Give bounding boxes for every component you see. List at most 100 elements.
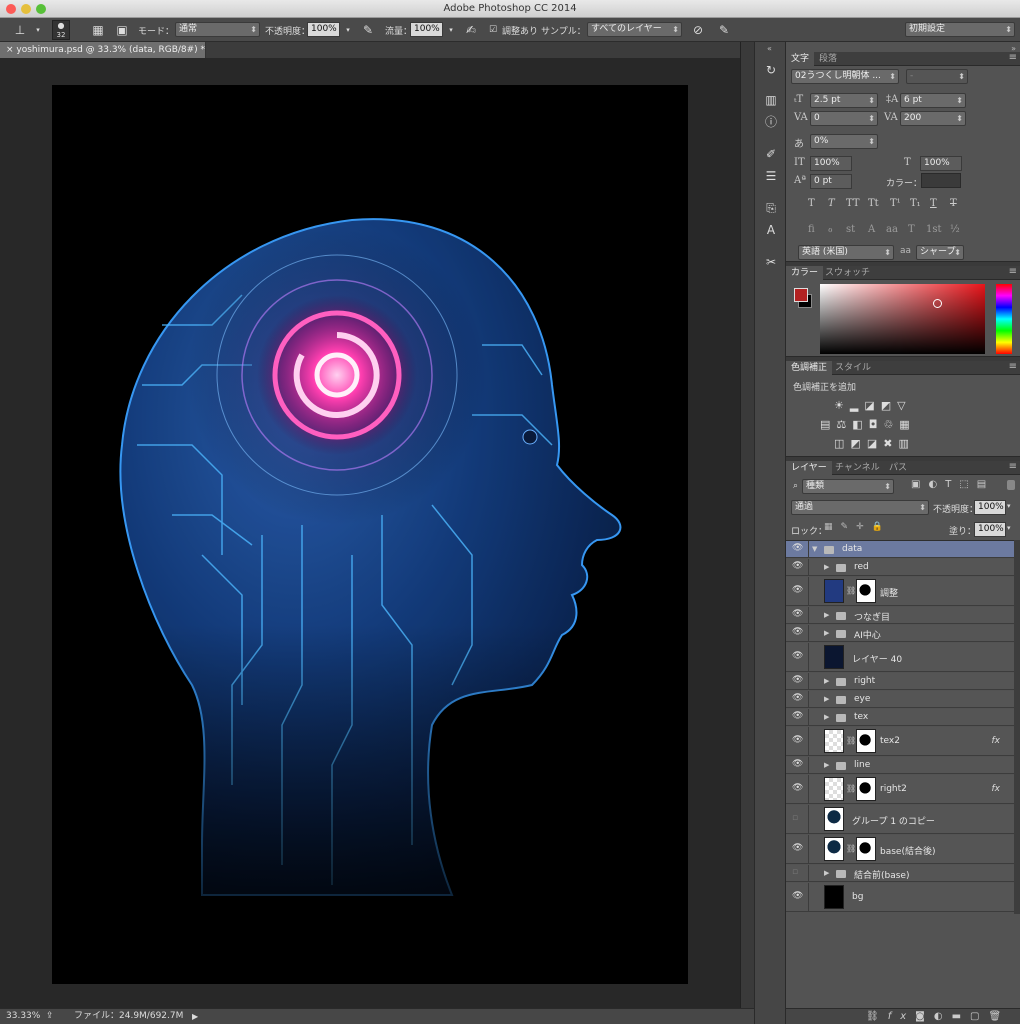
- flow-dropdown-icon[interactable]: ▾: [443, 22, 459, 38]
- lock-position-icon[interactable]: ✛: [856, 522, 872, 532]
- status-menu-icon[interactable]: ▶: [192, 1009, 198, 1024]
- photo-filter-icon[interactable]: ◘: [869, 418, 884, 431]
- brightness-icon[interactable]: ☀: [834, 399, 850, 412]
- underline-button[interactable]: T: [930, 198, 937, 209]
- properties-icon[interactable]: ☰: [763, 168, 779, 184]
- tab-character[interactable]: 文字: [786, 52, 815, 66]
- add-style-icon[interactable]: fx: [888, 1011, 915, 1022]
- opacity-input[interactable]: 100%: [307, 22, 340, 37]
- link-layers-icon[interactable]: ⛓: [866, 1011, 888, 1022]
- layer-row[interactable]: 👁 ⛓ base(結合後): [786, 835, 1014, 864]
- tab-paragraph[interactable]: 段落: [814, 52, 842, 66]
- fractions-button[interactable]: ½: [950, 224, 960, 235]
- vertical-scale-input[interactable]: 100%: [810, 156, 852, 171]
- layer-row[interactable]: 👁 ▼ data: [786, 541, 1014, 558]
- visibility-eye-icon[interactable]: 👁: [792, 543, 803, 553]
- aligned-checkbox-icon[interactable]: ☑: [485, 22, 501, 38]
- layer-row[interactable]: 👁 ⛓ 調整: [786, 577, 1014, 606]
- color-picker-cursor[interactable]: [933, 299, 942, 308]
- clone-stamp-tool-icon[interactable]: ⊥: [12, 22, 28, 38]
- layer-filter-select[interactable]: 種類: [802, 479, 894, 494]
- tracking-input[interactable]: 200: [900, 111, 966, 126]
- visibility-eye-icon[interactable]: 👁: [792, 585, 803, 595]
- layer-row[interactable]: 👁 ▶ right: [786, 673, 1014, 690]
- info-panel-icon[interactable]: ⓘ: [763, 114, 779, 130]
- visibility-eye-icon[interactable]: 👁: [792, 843, 803, 853]
- layer-row[interactable]: ▫ ▶ 結合前(base): [786, 865, 1014, 882]
- brush-panel-icon[interactable]: ▦: [90, 22, 106, 38]
- close-tab-icon[interactable]: ×: [6, 45, 16, 55]
- pressure-size-icon[interactable]: ✎: [716, 22, 732, 38]
- expand-arrow-right-icon[interactable]: ▶: [824, 695, 829, 703]
- expand-arrow-right-icon[interactable]: ▶: [824, 563, 829, 571]
- font-size-input[interactable]: 2.5 pt: [810, 93, 878, 108]
- color-lookup-icon[interactable]: ▦: [899, 418, 915, 431]
- text-color-swatch[interactable]: [921, 173, 961, 188]
- expand-arrow-down-icon[interactable]: ▼: [812, 545, 817, 553]
- layer-row[interactable]: 👁 ▶ line: [786, 757, 1014, 774]
- small-caps-button[interactable]: Tt: [868, 198, 879, 209]
- antialias-select[interactable]: シャープ: [916, 245, 964, 260]
- brush-settings-icon[interactable]: ▥: [763, 92, 779, 108]
- zoom-window-button[interactable]: [36, 4, 46, 14]
- visibility-eye-icon[interactable]: 👁: [792, 651, 803, 661]
- lock-all-icon[interactable]: 🔒: [872, 522, 891, 532]
- gradient-map-icon[interactable]: ▥: [898, 437, 914, 450]
- visibility-eye-icon[interactable]: 👁: [792, 627, 803, 637]
- panel-menu-icon[interactable]: ≡: [1009, 52, 1017, 64]
- selective-color-icon[interactable]: ✖: [883, 437, 898, 450]
- layer-mask-thumbnail[interactable]: [856, 837, 876, 861]
- subscript-button[interactable]: T₁: [910, 198, 921, 209]
- layer-row[interactable]: 👁 ▶ tex: [786, 709, 1014, 726]
- layer-row[interactable]: 👁 ▶ eye: [786, 691, 1014, 708]
- leading-input[interactable]: 6 pt: [900, 93, 966, 108]
- zoom-level[interactable]: 33.33%: [6, 1009, 40, 1024]
- font-style-select[interactable]: -: [906, 69, 968, 84]
- history-panel-icon[interactable]: ↻: [763, 62, 779, 78]
- layer-mask-thumbnail[interactable]: [856, 579, 876, 603]
- clone-source-icon[interactable]: ⎘: [763, 200, 779, 216]
- expand-arrow-right-icon[interactable]: ▶: [824, 761, 829, 769]
- visibility-eye-icon[interactable]: 👁: [792, 711, 803, 721]
- export-icon[interactable]: ⇪: [46, 1009, 54, 1024]
- layer-row[interactable]: 👁 bg: [786, 883, 1014, 912]
- workspace-select[interactable]: 初期設定: [905, 22, 1015, 37]
- tab-color[interactable]: カラー: [786, 266, 824, 280]
- tool-presets-icon[interactable]: ✂: [763, 254, 779, 270]
- blend-mode-select[interactable]: 通過: [791, 500, 929, 515]
- layer-row[interactable]: 👁 ▶ red: [786, 559, 1014, 576]
- close-window-button[interactable]: [6, 4, 16, 14]
- layer-row[interactable]: ▫ グループ 1 のコピー: [786, 805, 1014, 834]
- fill-dropdown-icon[interactable]: ▾: [1007, 524, 1011, 532]
- tool-preset-dropdown-icon[interactable]: ▾: [30, 22, 46, 38]
- flow-input[interactable]: 100%: [410, 22, 443, 37]
- layer-row[interactable]: 👁 レイヤー 40: [786, 643, 1014, 672]
- filter-toggle[interactable]: [1007, 480, 1015, 490]
- layer-mask-thumbnail[interactable]: [856, 777, 876, 801]
- expand-arrow-right-icon[interactable]: ▶: [824, 869, 829, 877]
- visibility-eye-icon[interactable]: ▫: [792, 867, 798, 877]
- layers-scrollbar[interactable]: [1014, 540, 1020, 914]
- horizontal-scale-input[interactable]: 100%: [920, 156, 962, 171]
- visibility-eye-icon[interactable]: 👁: [792, 891, 803, 901]
- titling-alternates-button[interactable]: aa: [886, 224, 898, 235]
- layer-effects-icon[interactable]: fx: [992, 784, 1001, 794]
- layer-row[interactable]: 👁 ⛓ tex2 fx: [786, 727, 1014, 756]
- ignore-adjustment-layers-icon[interactable]: ⊘: [690, 22, 706, 38]
- visibility-eye-icon[interactable]: 👁: [792, 783, 803, 793]
- visibility-eye-icon[interactable]: 👁: [792, 735, 803, 745]
- sample-select[interactable]: すべてのレイヤー: [587, 22, 682, 37]
- tab-styles[interactable]: スタイル: [830, 361, 876, 375]
- pressure-opacity-icon[interactable]: ✎: [360, 22, 376, 38]
- all-caps-button[interactable]: TT: [846, 198, 860, 209]
- posterize-icon[interactable]: ◩: [850, 437, 866, 450]
- canvas-area[interactable]: [0, 58, 740, 1008]
- mask-link-icon[interactable]: ⛓: [846, 844, 856, 853]
- stylistic-alternates-button[interactable]: A: [868, 224, 875, 235]
- filter-smart-object-icon[interactable]: ▤: [977, 479, 994, 490]
- lock-pixels-icon[interactable]: ✎: [841, 522, 857, 532]
- layer-opacity-dropdown-icon[interactable]: ▾: [1007, 502, 1011, 510]
- levels-icon[interactable]: ▂: [850, 399, 864, 412]
- fill-input[interactable]: 100%: [974, 522, 1006, 537]
- layer-row[interactable]: 👁 ▶ AI中心: [786, 625, 1014, 642]
